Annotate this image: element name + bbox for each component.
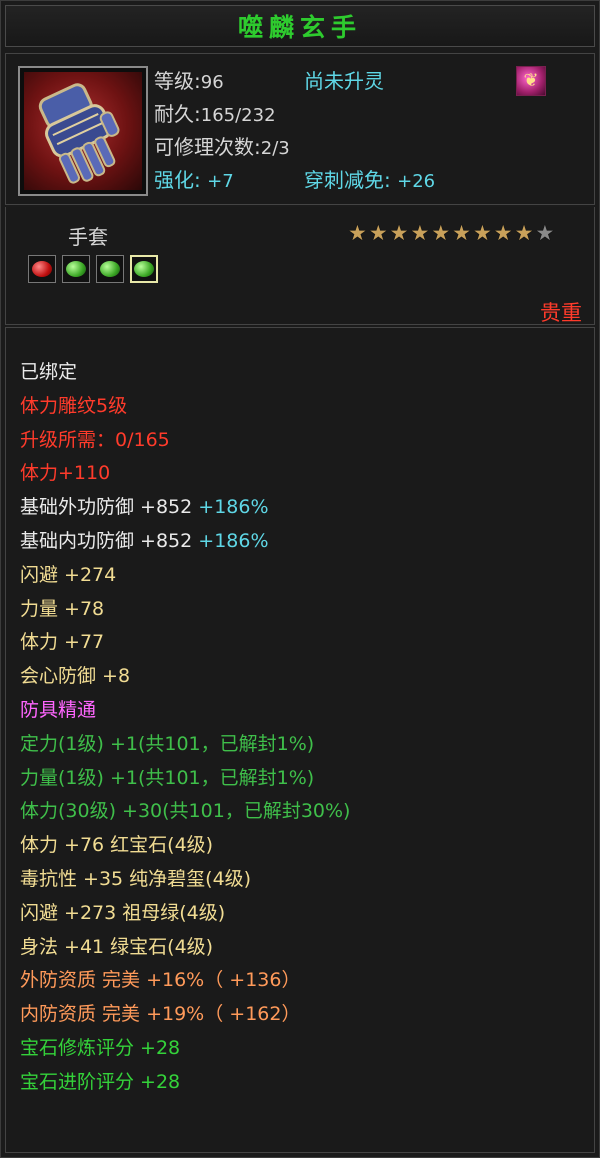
attribute-line: 闪避 +274 — [20, 559, 350, 593]
attribute-text: 体力(30级) +30(共101，已解封30%) — [20, 800, 351, 823]
rarity-label: 贵重 — [540, 301, 582, 325]
gem-slot[interactable] — [130, 255, 158, 283]
item-name: 噬麟玄手 — [237, 13, 362, 42]
attribute-text: 外防资质 完美 +16%（ +136） — [20, 969, 301, 992]
attribute-text: 内防资质 完美 +19%（ +162） — [20, 1003, 301, 1026]
attribute-line: 已绑定 — [20, 356, 350, 390]
gauntlet-icon — [24, 72, 142, 190]
attribute-line: 基础外功防御 +852 +186% — [20, 491, 350, 525]
filled-star-icon: ★ — [410, 221, 430, 245]
pierce-reduction-stat: 穿刺减免: +26 — [304, 168, 436, 192]
attribute-line: 基础内功防御 +852 +186% — [20, 525, 350, 559]
item-info-panel: 手套 ★ ★ ★ ★ ★ ★ ★ ★ ★ ★ 贵重 — [5, 207, 595, 325]
attribute-line: 外防资质 完美 +16%（ +136） — [20, 964, 350, 998]
green-gem-icon — [100, 261, 120, 277]
item-header-panel: 等级:96 尚未升灵 ❦ 耐久:165/232 可修理次数:2/3 强化: +7… — [5, 53, 595, 205]
attribute-line: 宝石进阶评分 +28 — [20, 1066, 350, 1100]
attribute-line: 毒抗性 +35 纯净碧玺(4级) — [20, 863, 350, 897]
attribute-text: 闪避 +273 祖母绿(4级) — [20, 901, 226, 924]
attribute-line: 身法 +41 绿宝石(4级) — [20, 931, 350, 965]
filled-star-icon: ★ — [389, 221, 409, 245]
attribute-text: 体力雕纹5级 — [20, 394, 128, 417]
item-icon-frame — [18, 66, 148, 196]
attribute-text: 防具精通 — [20, 698, 97, 721]
filled-star-icon: ★ — [348, 221, 367, 245]
filled-star-icon: ★ — [472, 221, 492, 245]
attribute-line: 宝石修炼评分 +28 — [20, 1032, 350, 1066]
item-category: 手套 — [68, 225, 108, 249]
repair-count-stat: 可修理次数:2/3 — [154, 135, 290, 159]
spirit-status: 尚未升灵 — [304, 69, 384, 93]
attribute-line: 防具精通 — [20, 694, 350, 728]
attribute-text: 定力(1级) +1(共101，已解封1%) — [20, 732, 315, 755]
attribute-text: 闪避 +274 — [20, 563, 117, 586]
gem-slot[interactable] — [28, 255, 56, 283]
attribute-line: 体力雕纹5级 — [20, 390, 350, 424]
attribute-text: 毒抗性 +35 纯净碧玺(4级) — [20, 867, 252, 890]
attribute-line: 内防资质 完美 +19%（ +162） — [20, 998, 350, 1032]
spirit-rune-icon[interactable]: ❦ — [516, 66, 546, 96]
attribute-text: 体力+110 — [20, 462, 111, 485]
attribute-line: 体力 +77 — [20, 626, 350, 660]
attribute-text: 身法 +41 绿宝石(4级) — [20, 935, 214, 958]
attribute-line: 会心防御 +8 — [20, 660, 350, 694]
gem-slot[interactable] — [96, 255, 124, 283]
attribute-text: 宝石进阶评分 +28 — [20, 1070, 181, 1093]
gem-slot[interactable] — [62, 255, 90, 283]
attribute-text: 体力 +77 — [20, 631, 105, 654]
star-rating: ★ ★ ★ ★ ★ ★ ★ ★ ★ ★ — [348, 223, 554, 244]
filled-star-icon: ★ — [493, 221, 513, 245]
attribute-text: 体力 +76 红宝石(4级) — [20, 834, 214, 857]
level-stat: 等级:96 — [154, 69, 224, 93]
filled-star-icon: ★ — [514, 221, 534, 245]
title-bar: 噬麟玄手 — [5, 5, 595, 47]
attributes-panel: 已绑定体力雕纹5级升级所需：0/165 体力+110 基础外功防御 +852 +18… — [5, 327, 595, 1153]
attribute-line: 定力(1级) +1(共101，已解封1%) — [20, 728, 350, 762]
attribute-text: 基础内功防御 +852 — [20, 529, 193, 552]
filled-star-icon: ★ — [368, 221, 388, 245]
attribute-text: 升级所需：0/165 — [20, 428, 170, 451]
attribute-line: 力量(1级) +1(共101，已解封1%) — [20, 762, 350, 796]
attribute-text: 基础外功防御 +852 — [20, 496, 193, 519]
item-tooltip: 噬麟玄手 等级:96 尚未升灵 ❦ 耐久:165/232 可修理次数:2/3 强… — [0, 0, 600, 1158]
gem-slots — [28, 255, 158, 283]
attribute-text: 已绑定 — [20, 361, 78, 383]
attribute-list: 已绑定体力雕纹5级升级所需：0/165 体力+110 基础外功防御 +852 +18… — [20, 356, 350, 1100]
attribute-line: 体力 +76 红宝石(4级) — [20, 829, 350, 863]
durability-stat: 耐久:165/232 — [154, 102, 276, 126]
green-gem-icon — [66, 261, 86, 277]
attribute-line: 力量 +78 — [20, 593, 350, 627]
attribute-text: 会心防御 +8 — [20, 665, 131, 688]
attribute-line: 升级所需：0/165 — [20, 424, 350, 458]
red-gem-icon — [32, 261, 52, 277]
filled-star-icon: ★ — [431, 221, 451, 245]
attribute-line: 体力(30级) +30(共101，已解封30%) — [20, 795, 350, 829]
empty-star-icon: ★ — [535, 221, 555, 245]
attribute-text: 宝石修炼评分 +28 — [20, 1036, 181, 1059]
filled-star-icon: ★ — [452, 221, 471, 245]
green-gem-icon — [134, 261, 154, 277]
attribute-line: 闪避 +273 祖母绿(4级) — [20, 897, 350, 931]
attribute-bonus: +186% — [192, 529, 269, 552]
attribute-text: 力量 +78 — [20, 597, 105, 620]
attribute-line: 体力+110 — [20, 457, 350, 491]
attribute-text: 力量(1级) +1(共101，已解封1%) — [20, 766, 315, 789]
attribute-bonus: +186% — [192, 496, 269, 519]
enhance-stat: 强化: +7 — [154, 168, 234, 192]
